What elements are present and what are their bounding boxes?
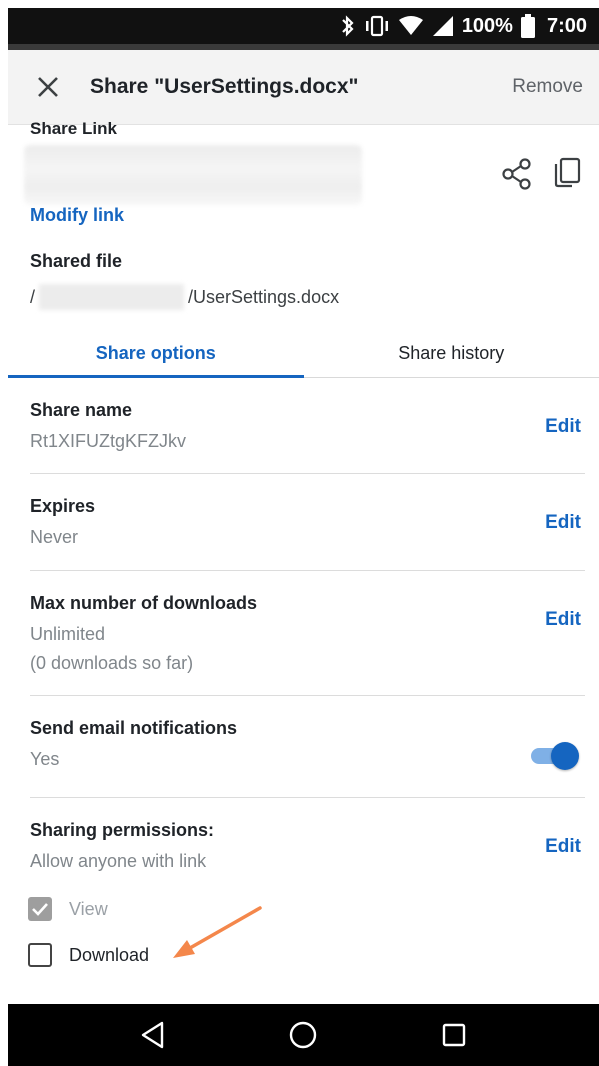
back-icon[interactable] <box>133 1015 173 1055</box>
close-icon[interactable] <box>34 73 62 101</box>
share-name-row: Share name Rt1XIFUZtgKFZJkv Edit <box>30 400 585 470</box>
divider <box>30 473 585 474</box>
toggle-thumb <box>551 742 579 770</box>
permissions-edit-button[interactable]: Edit <box>545 836 581 858</box>
tab-share-history[interactable]: Share history <box>304 330 599 377</box>
email-notifications-toggle[interactable] <box>531 740 579 770</box>
permissions-value: Allow anyone with link <box>30 851 207 871</box>
shared-file-path: / /UserSettings.docx <box>30 284 339 310</box>
permissions-label: Sharing permissions: <box>30 820 215 840</box>
tab-bar: Share options Share history <box>8 330 599 378</box>
battery-icon <box>520 14 535 38</box>
max-downloads-row: Max number of downloads Unlimited (0 dow… <box>30 593 585 693</box>
recents-icon[interactable] <box>434 1015 474 1055</box>
share-icon[interactable] <box>501 158 533 190</box>
shared-file-label: Shared file <box>30 251 123 271</box>
share-link-label: Share Link <box>30 119 117 137</box>
download-permission: Download <box>28 943 149 967</box>
max-downloads-edit-button[interactable]: Edit <box>545 609 581 631</box>
expires-label: Expires <box>30 496 96 516</box>
max-downloads-label: Max number of downloads <box>30 593 258 613</box>
email-notifications-row: Send email notifications Yes <box>30 718 585 788</box>
share-link-url <box>24 145 362 205</box>
dialog-title: Share "UserSettings.docx" <box>90 75 359 98</box>
permissions-row: Sharing permissions: Allow anyone with l… <box>30 820 585 890</box>
expires-edit-button[interactable]: Edit <box>545 512 581 534</box>
expires-value: Never <box>30 527 79 547</box>
max-downloads-value: Unlimited <box>30 624 106 644</box>
app-bar: Share "UserSettings.docx" Remove <box>8 50 599 125</box>
status-bar: 100% 7:00 <box>8 8 599 58</box>
path-prefix: / <box>30 286 36 307</box>
download-checkbox[interactable] <box>28 943 52 967</box>
remove-button[interactable]: Remove <box>512 76 583 98</box>
annotation-arrow-icon <box>165 900 275 965</box>
tab-share-options[interactable]: Share options <box>8 330 304 378</box>
share-name-edit-button[interactable]: Edit <box>545 416 581 438</box>
modify-link-button[interactable]: Modify link <box>30 205 124 226</box>
navigation-bar <box>8 1004 599 1066</box>
view-checkbox[interactable] <box>28 897 52 921</box>
wifi-icon <box>398 15 424 37</box>
home-icon[interactable] <box>283 1015 323 1055</box>
battery-percent: 100% <box>461 14 513 37</box>
download-label: Download <box>69 944 150 965</box>
share-name-value: Rt1XIFUZtgKFZJkv <box>30 431 187 451</box>
divider <box>30 797 585 798</box>
expires-row: Expires Never Edit <box>30 496 585 566</box>
copy-icon[interactable] <box>552 156 582 190</box>
share-name-label: Share name <box>30 400 133 420</box>
bluetooth-icon <box>340 15 356 37</box>
view-permission: View <box>28 897 108 921</box>
path-redacted <box>39 284 185 310</box>
divider <box>30 695 585 696</box>
view-label: View <box>69 898 108 919</box>
divider <box>30 570 585 571</box>
vibrate-icon <box>364 15 390 37</box>
path-suffix: /UserSettings.docx <box>188 286 340 307</box>
clock: 7:00 <box>546 14 587 37</box>
downloads-count: (0 downloads so far) <box>30 653 194 673</box>
email-notifications-value: Yes <box>30 749 60 769</box>
signal-icon <box>432 15 454 37</box>
email-notifications-label: Send email notifications <box>30 718 238 738</box>
